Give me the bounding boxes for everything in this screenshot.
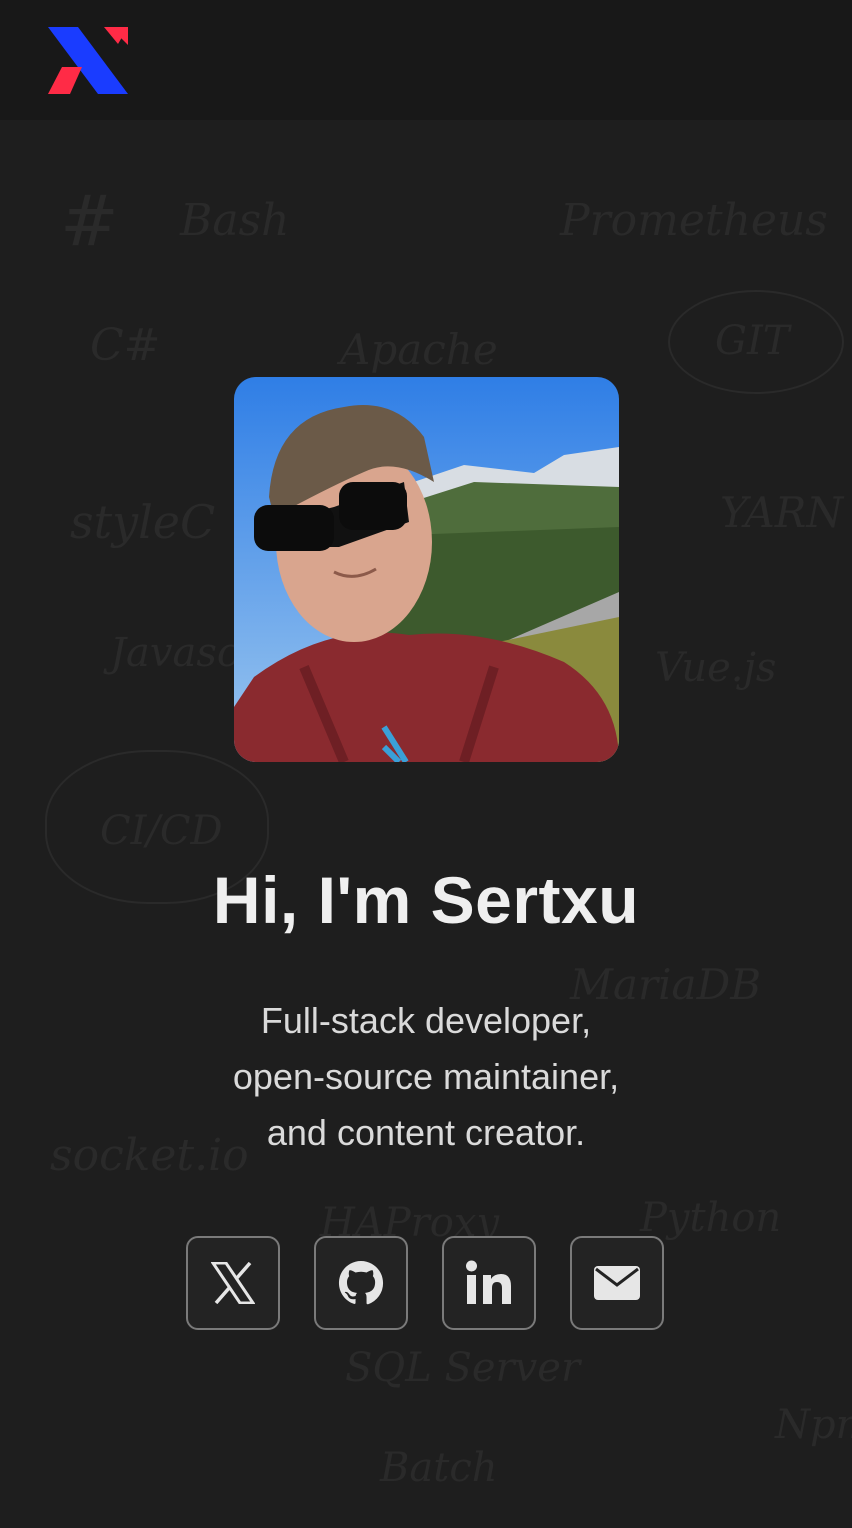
tagline-line: open-source maintainer, [232,1056,620,1097]
doodle-text: Javasc [110,630,240,676]
tagline: Full-stack developer, open-source mainta… [150,993,702,1161]
doodle-text: styleC [70,495,216,549]
profile-photo-icon [234,377,619,762]
doodle-text: Bash [180,195,290,246]
doodle-text: Apache [340,325,498,374]
avatar [234,377,619,762]
mail-icon [594,1266,640,1300]
page-title: Hi, I'm Sertxu [212,863,640,937]
linkedin-icon [466,1260,511,1304]
brand-logo-icon[interactable] [48,27,128,94]
doodle-text: Batch [380,1445,498,1491]
email-button[interactable] [570,1236,664,1330]
doodle-text: YARN [720,488,844,537]
doodle-text: Vue.js [655,645,777,691]
doodle-text: C# [90,320,161,371]
doodle-text: Python [640,1195,782,1241]
doodle-text: Npm [775,1402,852,1448]
hash-doodle: # [60,180,119,262]
tagline-line: and content creator. [266,1112,586,1153]
github-button[interactable] [314,1236,408,1330]
doodle-text: SQL Server [345,1345,581,1391]
tagline-line: Full-stack developer, [260,1000,592,1041]
doodle-text: Prometheus [560,195,828,246]
linkedin-button[interactable] [442,1236,536,1330]
doodle-text: GIT [715,318,790,364]
doodle-text: CI/CD [100,808,223,854]
github-icon [338,1260,384,1305]
x-twitter-icon [211,1262,255,1304]
social-links [186,1236,668,1332]
doodle-ellipse [668,290,844,394]
top-bar [0,0,852,120]
x-twitter-button[interactable] [186,1236,280,1330]
